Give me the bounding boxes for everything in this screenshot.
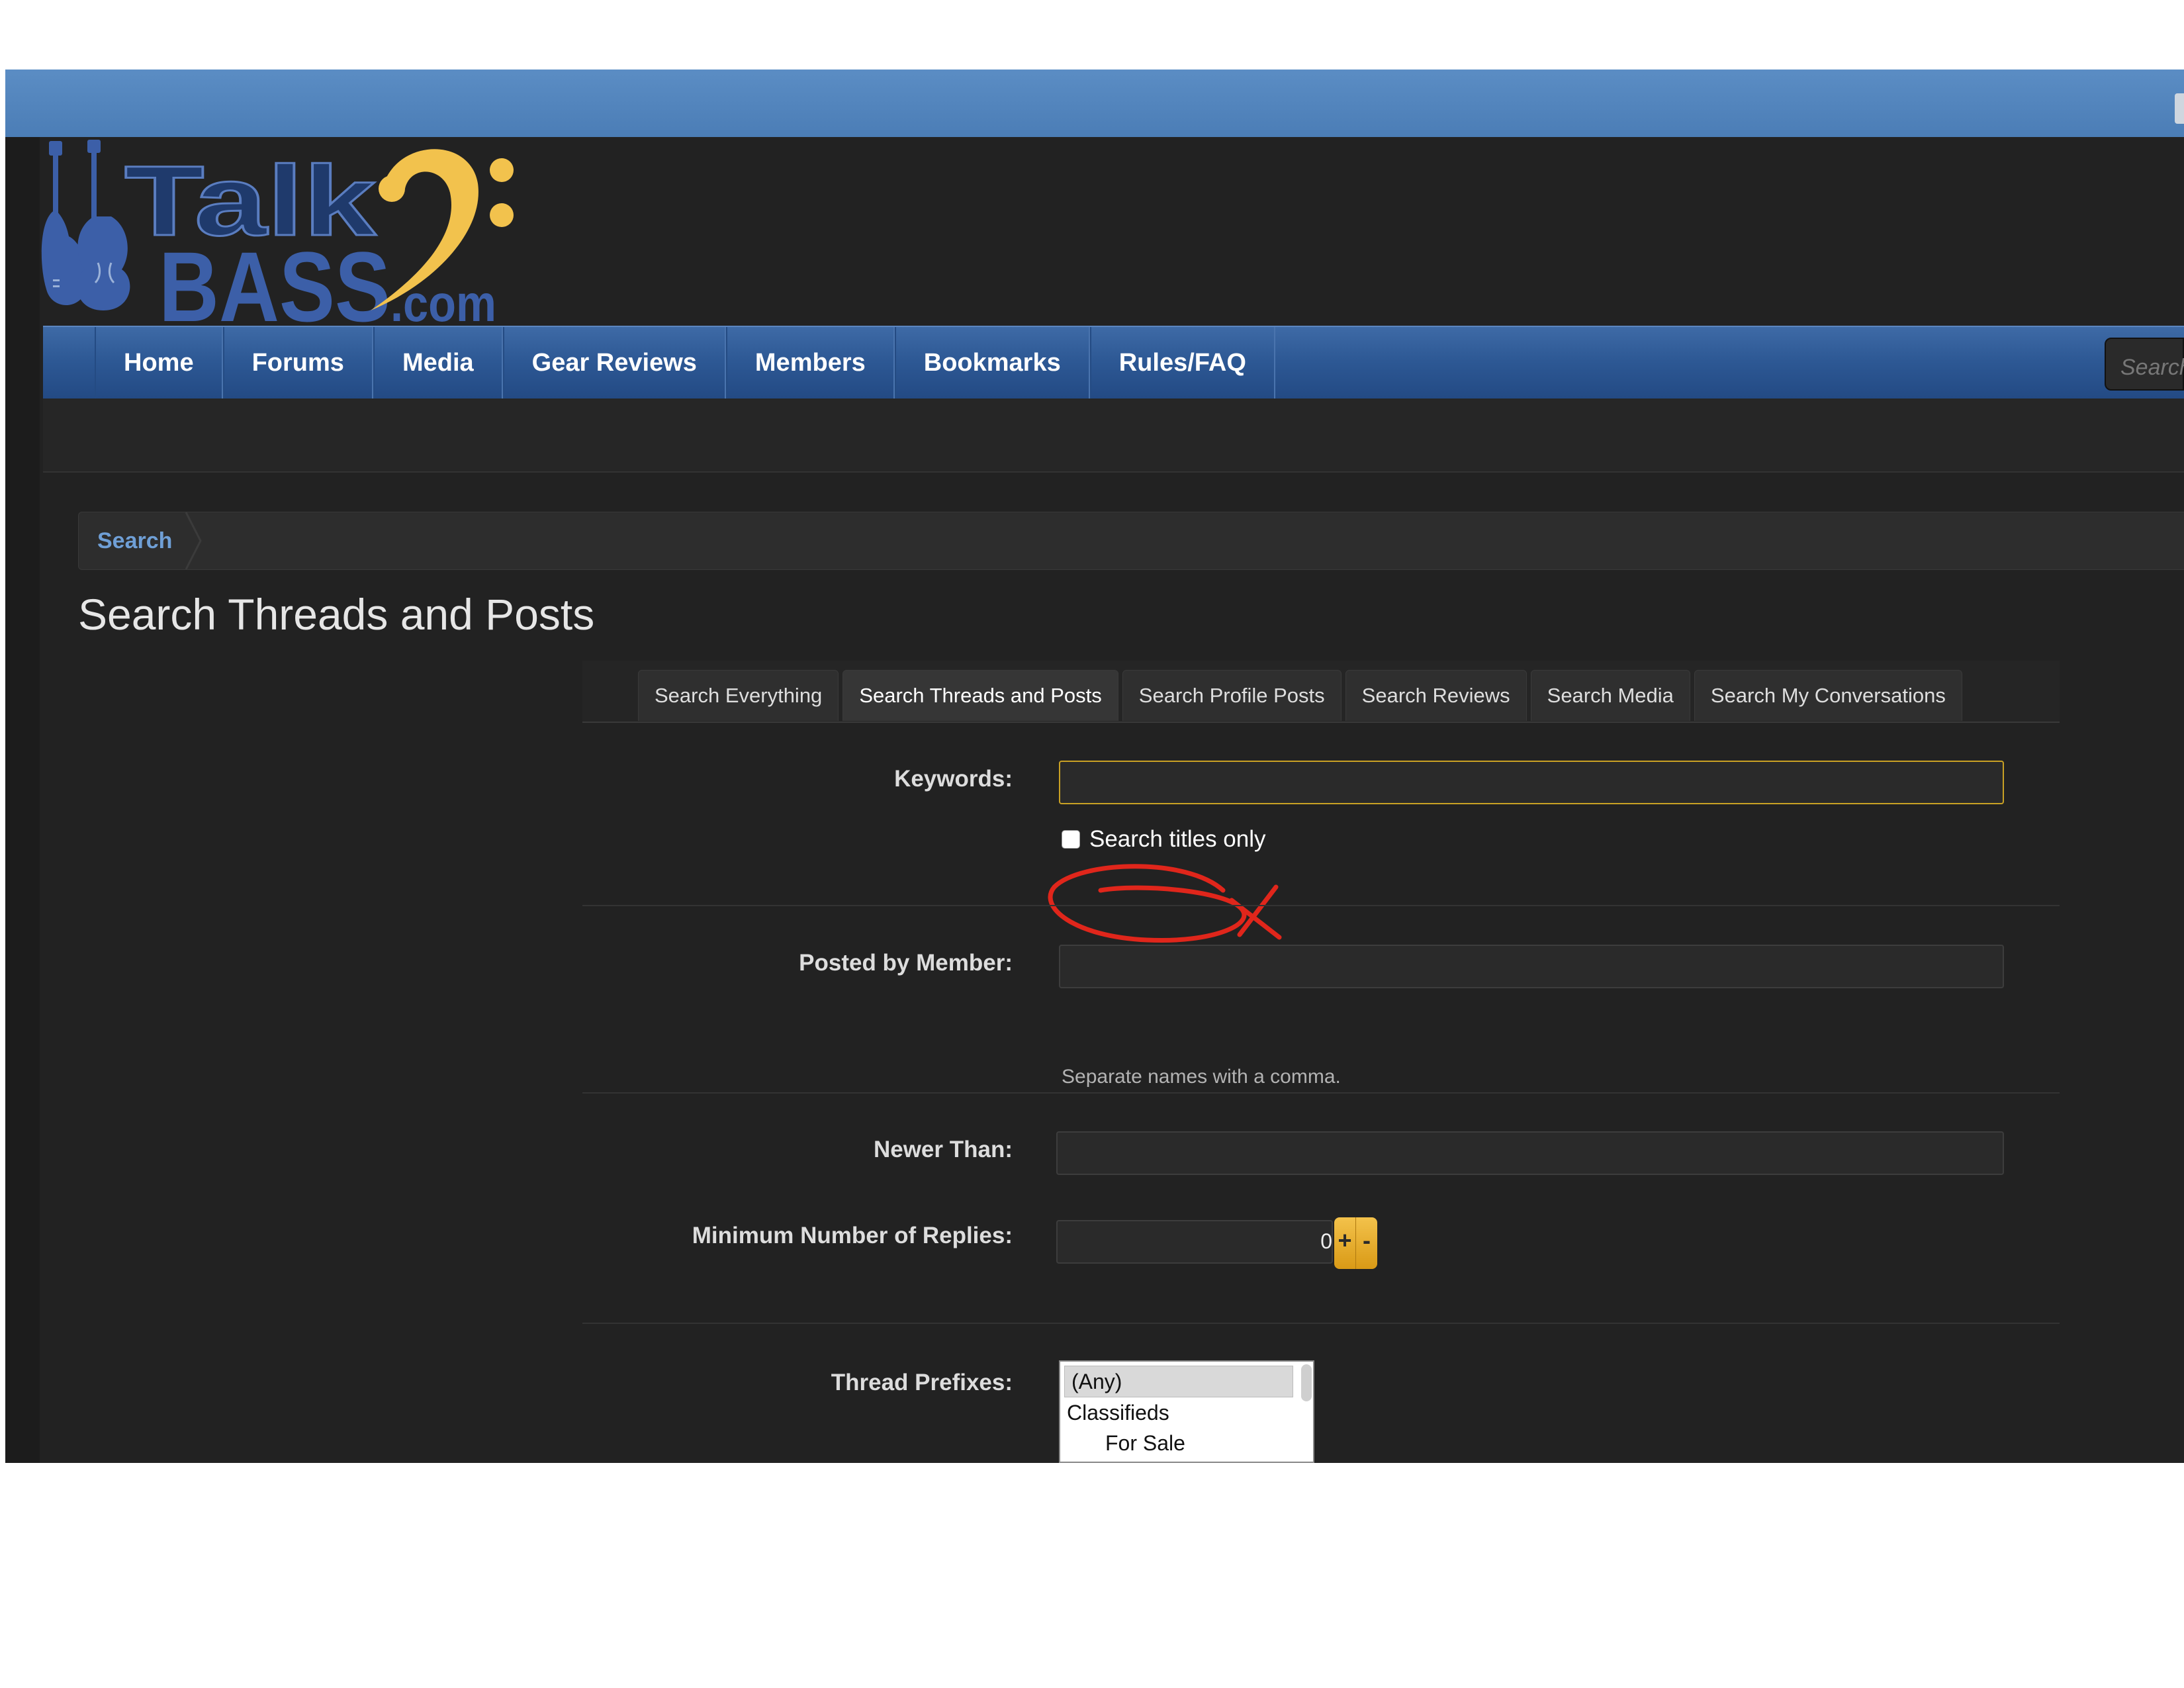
tab-search-threads-posts[interactable]: Search Threads and Posts (842, 670, 1118, 721)
min-replies-label: Minimum Number of Replies: (692, 1223, 1013, 1248)
keywords-input[interactable] (1059, 761, 2004, 804)
top-bar-corner-control[interactable] (2175, 93, 2184, 124)
prefix-list-scrollbar[interactable] (1301, 1364, 1312, 1401)
prefix-option-classifieds[interactable]: Classifieds (1060, 1397, 1313, 1428)
thread-prefixes-select[interactable]: (Any) Classifieds For Sale (1059, 1360, 1314, 1463)
min-replies-value: 0 (1320, 1229, 1332, 1253)
breadcrumb-search-link[interactable]: Search (97, 512, 172, 569)
sub-nav-bar (43, 399, 2184, 473)
red-annotation-circle (1048, 864, 1282, 943)
tab-search-profile-posts[interactable]: Search Profile Posts (1122, 670, 1342, 721)
nav-items: Home Forums Media Gear Reviews Members B… (95, 327, 1275, 399)
search-titles-only-option[interactable]: Search titles only (1062, 826, 1266, 853)
newer-than-label: Newer Than: (873, 1137, 1013, 1162)
thread-prefixes-label: Thread Prefixes: (831, 1370, 1013, 1395)
browser-screenshot: Talk BASS .com Home Forums Media Gear Re… (5, 70, 2184, 1463)
logo-bass-text: BASS (159, 231, 390, 329)
nav-gear-reviews[interactable]: Gear Reviews (502, 327, 726, 399)
prefix-option-for-sale[interactable]: For Sale (1060, 1428, 1313, 1458)
nav-search-input[interactable]: Search (2105, 338, 2184, 391)
breadcrumb-arrow-icon (185, 512, 202, 569)
prefix-option-any[interactable]: (Any) (1064, 1366, 1293, 1397)
tab-search-reviews[interactable]: Search Reviews (1345, 670, 1527, 721)
page-title: Search Threads and Posts (78, 590, 595, 639)
newer-than-date-input[interactable] (1056, 1131, 2004, 1175)
tab-search-everything[interactable]: Search Everything (638, 670, 839, 721)
breadcrumb: Search (78, 512, 2184, 570)
section-divider (582, 1092, 2060, 1094)
posted-by-hint: Separate names with a comma. (1062, 1066, 1341, 1088)
keywords-label: Keywords: (894, 766, 1013, 792)
left-edge-strip (5, 137, 40, 1463)
nav-home[interactable]: Home (95, 327, 223, 399)
search-titles-only-checkbox[interactable] (1062, 830, 1080, 849)
nav-members[interactable]: Members (725, 327, 895, 399)
main-nav-bar: Home Forums Media Gear Reviews Members B… (43, 326, 2184, 399)
nav-rules-faq[interactable]: Rules/FAQ (1089, 327, 1275, 399)
upright-bass-icon (77, 140, 130, 310)
logo-com-text: .com (390, 274, 496, 329)
posted-by-member-input[interactable] (1059, 945, 2004, 988)
nav-forums[interactable]: Forums (222, 327, 373, 399)
nav-bookmarks[interactable]: Bookmarks (894, 327, 1090, 399)
search-tabs-bar: Search Everything Search Threads and Pos… (582, 661, 2060, 723)
min-replies-input[interactable] (1056, 1220, 1333, 1264)
nav-media[interactable]: Media (373, 327, 503, 399)
section-divider (582, 905, 2060, 906)
increment-button[interactable]: + (1334, 1217, 1356, 1269)
decrement-button[interactable]: - (1356, 1217, 1377, 1269)
tab-search-my-conversations[interactable]: Search My Conversations (1694, 670, 1962, 721)
posted-by-label: Posted by Member: (799, 950, 1013, 976)
section-divider (582, 1323, 2060, 1324)
search-titles-only-label: Search titles only (1089, 826, 1266, 852)
top-bar (5, 70, 2184, 137)
talkbass-logo[interactable]: Talk BASS .com (40, 137, 516, 329)
tab-search-media[interactable]: Search Media (1530, 670, 1690, 721)
search-tabs: Search Everything Search Threads and Pos… (638, 670, 1966, 721)
